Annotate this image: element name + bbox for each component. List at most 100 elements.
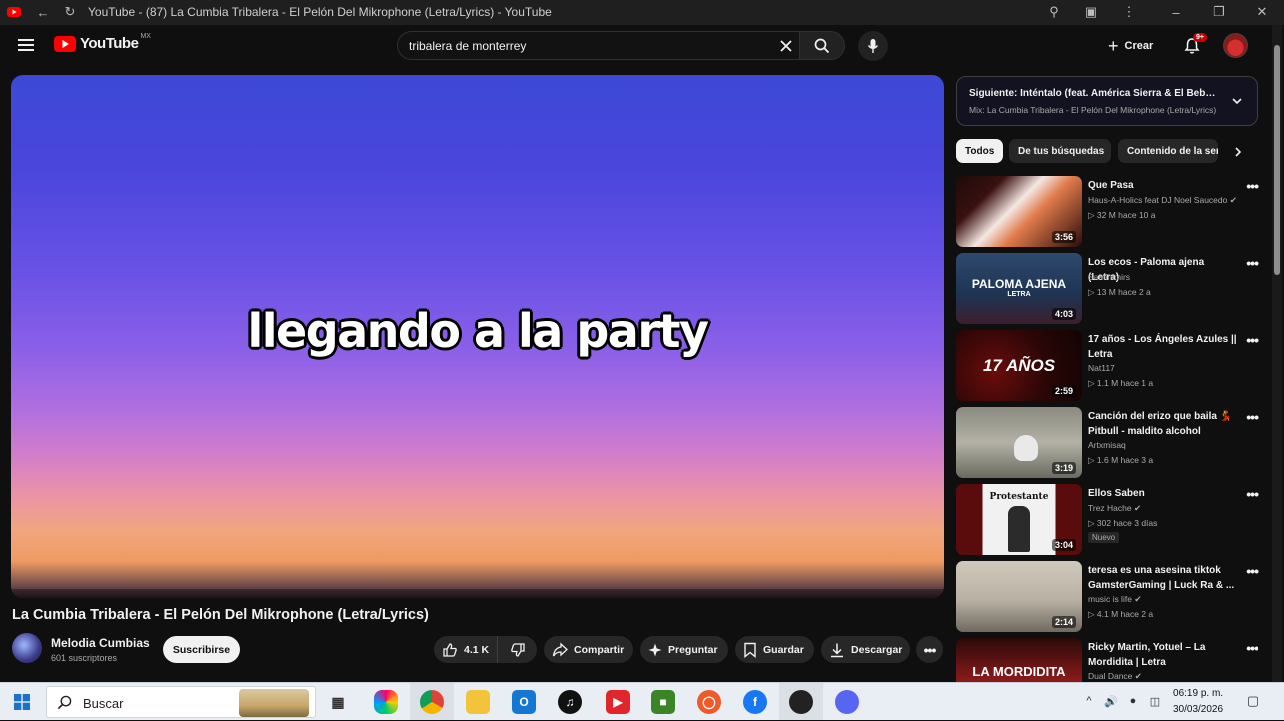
messenger-icon[interactable] (835, 690, 859, 714)
search-highlight-image (239, 689, 309, 717)
related-video[interactable]: 2:14 teresa es una asesina tiktok Gamste… (956, 561, 1259, 633)
file-explorer-icon[interactable] (466, 690, 490, 714)
subscribe-button[interactable]: Suscribirse (163, 636, 240, 663)
lyric-overlay: llegando a la party (247, 304, 709, 358)
back-icon[interactable]: ← (35, 4, 51, 20)
related-title: 17 años - Los Ángeles Azules || Letra (1088, 334, 1237, 360)
page-scrollbar[interactable] (1272, 25, 1282, 682)
clear-search-icon[interactable] (777, 37, 795, 55)
search-button[interactable] (799, 31, 845, 60)
video-thumbnail: Protestante 3:04 (956, 484, 1082, 555)
chevron-right-icon[interactable] (1232, 146, 1244, 158)
bookmark-icon (744, 642, 756, 658)
minimize-icon[interactable]: – (1168, 4, 1184, 20)
related-title: Canción del erizo que baila 💃 Pitbull - … (1088, 411, 1233, 437)
like-count: 4.1 K (464, 643, 490, 656)
hamburger-menu-icon[interactable] (18, 39, 34, 51)
chip-de-tus-busquedas[interactable]: De tus búsquedas (1009, 139, 1111, 163)
video-thumbnail: 3:19 (956, 407, 1082, 478)
voice-search-button[interactable] (858, 31, 888, 61)
related-video[interactable]: 17 AÑOS 2:59 17 años - Los Ángeles Azule… (956, 330, 1259, 402)
up-next-panel[interactable]: Siguiente: Inténtalo (feat. América Sier… (956, 76, 1258, 126)
extensions-icon[interactable]: ▣ (1083, 4, 1099, 20)
chip-todos[interactable]: Todos (956, 139, 1003, 163)
tray-chevron-icon[interactable]: ^ (1082, 694, 1096, 708)
logo-country: MX (140, 33, 151, 40)
download-icon (831, 643, 843, 657)
related-meta: ▷ 13 M hace 2 a (1088, 287, 1151, 297)
account-avatar[interactable] (1223, 33, 1248, 58)
search-input[interactable]: tribalera de monterrey (397, 31, 799, 60)
verified-icon: ✔ (1134, 503, 1142, 513)
volume-icon[interactable]: 🔊 (1104, 694, 1118, 708)
orange-app-icon[interactable]: ◯ (697, 690, 721, 714)
video-thumbnail: PALOMA AJENA LETRA 4:03 (956, 253, 1082, 324)
more-options-icon[interactable]: ••• (1246, 486, 1259, 502)
tiktok-icon[interactable]: ♫ (558, 690, 582, 714)
task-view-icon[interactable]: ▦ (326, 690, 350, 714)
save-button[interactable]: Guardar (735, 636, 814, 663)
thumbnail-text: Protestante (989, 492, 1049, 502)
outlook-icon[interactable]: O (512, 690, 536, 714)
ask-button[interactable]: Preguntar (640, 636, 728, 663)
related-video[interactable]: LA MORDIDITA Ricky Martin, Yotuel – La M… (956, 638, 1258, 682)
related-channel: Trez Hache ✔ (1088, 503, 1142, 513)
like-button[interactable]: 4.1 K (434, 636, 498, 663)
related-title: Ellos Saben (1088, 488, 1145, 499)
verified-icon: ✔ (1229, 195, 1237, 205)
network-icon[interactable]: ◫ (1148, 694, 1162, 708)
up-next-title: Siguiente: Inténtalo (feat. América Sier… (969, 88, 1219, 99)
share-button[interactable]: Compartir (544, 636, 633, 663)
youtube-app-icon[interactable]: ▶ (606, 690, 630, 714)
search-query[interactable]: tribalera de monterrey (409, 39, 526, 53)
close-window-icon[interactable]: ✕ (1254, 4, 1270, 20)
download-button[interactable]: Descargar (821, 636, 910, 663)
create-button[interactable]: + Crear (1108, 34, 1153, 58)
windows-start-icon[interactable] (14, 694, 30, 710)
restore-icon[interactable]: ❐ (1211, 4, 1227, 20)
minecraft-icon[interactable]: ■ (651, 690, 675, 714)
channel-avatar[interactable] (12, 633, 42, 663)
microphone-icon (867, 39, 879, 53)
ask-label: Preguntar (668, 643, 718, 656)
facebook-icon[interactable]: f (743, 690, 767, 714)
related-video[interactable]: Protestante 3:04 Ellos Saben Trez Hache … (956, 484, 1259, 556)
more-options-icon[interactable]: ••• (1246, 563, 1259, 579)
video-player[interactable]: llegando a la party (11, 75, 944, 598)
chevron-down-icon[interactable] (1231, 95, 1243, 107)
taskbar-search-box[interactable]: Buscar (46, 686, 316, 718)
copilot-icon[interactable] (374, 690, 398, 714)
more-options-icon[interactable]: ••• (1246, 332, 1259, 348)
related-video[interactable]: 3:19 Canción del erizo que baila 💃 Pitbu… (956, 407, 1259, 479)
dislike-button[interactable] (498, 642, 537, 658)
related-meta: ▷ 4.1 M hace 2 a (1088, 609, 1154, 619)
reload-icon[interactable]: ↻ (62, 4, 78, 20)
microphone-tray-icon[interactable]: ● (1126, 694, 1140, 708)
scrollbar-thumb[interactable] (1274, 45, 1280, 275)
menu-dots-icon[interactable]: ⋮ (1121, 4, 1137, 20)
notification-center-icon[interactable]: ▢ (1246, 693, 1260, 708)
thumbnail-text: PALOMA AJENA (971, 277, 1067, 291)
more-options-icon[interactable]: ••• (1246, 640, 1258, 656)
more-options-icon[interactable]: ••• (1246, 409, 1259, 425)
save-label: Guardar (763, 643, 804, 656)
more-options-icon[interactable]: ••• (1246, 255, 1259, 271)
related-video[interactable]: 3:56 Que Pasa Haus-A-Holics feat DJ Noel… (956, 176, 1259, 248)
more-actions-button[interactable]: ••• (916, 636, 943, 663)
zoom-icon[interactable]: ⚲ (1046, 4, 1062, 20)
chip-contenido-serie[interactable]: Contenido de la serie (1118, 139, 1218, 163)
related-channel: Dual Dance ✔ (1088, 671, 1142, 681)
thumbnail-text: LA MORDIDITA (972, 664, 1066, 679)
channel-name[interactable]: Melodia Cumbias (51, 636, 150, 650)
more-options-icon[interactable]: ••• (1246, 178, 1259, 194)
masthead: YouTube MX tribalera de monterrey + Crea… (0, 25, 1284, 67)
verified-icon: ✔ (1134, 671, 1142, 681)
youtube-logo[interactable]: YouTube MX (54, 33, 151, 52)
related-video[interactable]: PALOMA AJENA LETRA 4:03 Los ecos - Palom… (956, 253, 1259, 325)
taskbar-clock[interactable]: 06:19 p. m. 30/03/2026 (1173, 686, 1223, 718)
new-badge: Nuevo (1088, 532, 1120, 543)
chrome-icon[interactable] (420, 690, 444, 714)
video-duration: 3:04 (1051, 539, 1076, 551)
app-icon[interactable] (789, 690, 813, 714)
video-thumbnail: 2:14 (956, 561, 1082, 632)
